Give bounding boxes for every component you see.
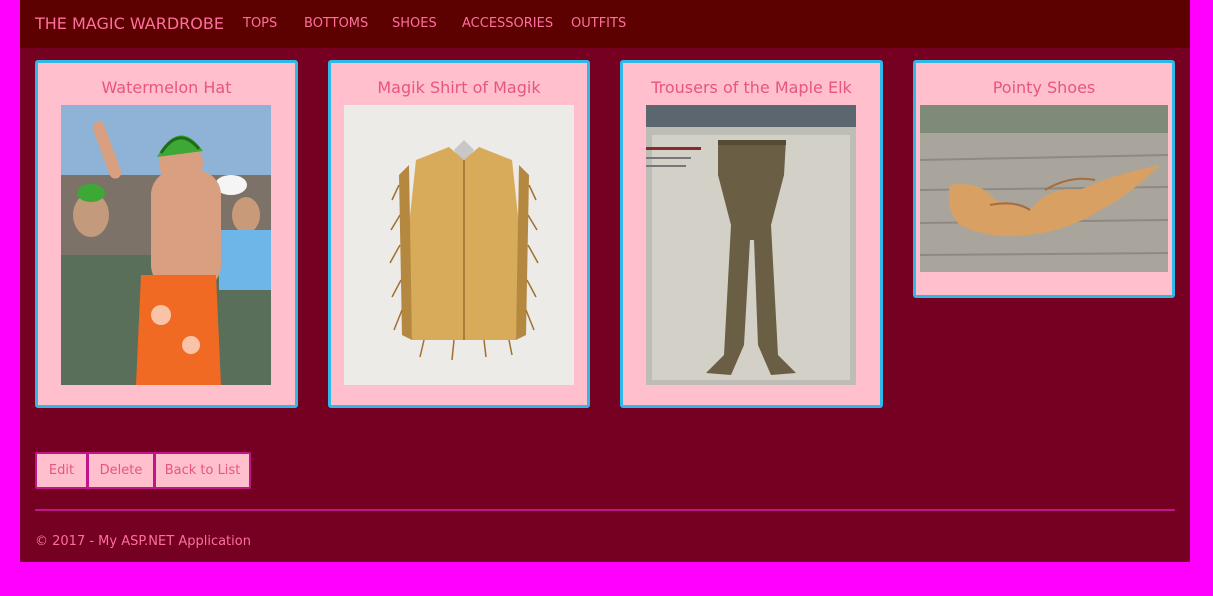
nav-item-accessories[interactable]: ACCESSORIES	[462, 16, 553, 32]
navbar: THE MAGIC WARDROBE TOPS BOTTOMS SHOES AC…	[20, 0, 1190, 48]
nav-item-outfits[interactable]: OUTFITS	[571, 16, 626, 32]
maple-elk-trousers-image	[646, 105, 856, 385]
action-button-group: Edit Delete Back to List	[35, 452, 251, 489]
card-title: Magik Shirt of Magik	[377, 78, 541, 97]
item-card-pointy-shoes[interactable]: Pointy Shoes	[913, 60, 1175, 298]
item-card-magik-shirt[interactable]: Magik Shirt of Magik	[328, 60, 590, 408]
card-title: Watermelon Hat	[101, 78, 232, 97]
card-title: Trousers of the Maple Elk	[651, 78, 852, 97]
delete-button[interactable]: Delete	[89, 454, 156, 487]
item-card-watermelon-hat[interactable]: Watermelon Hat	[35, 60, 298, 408]
back-to-list-button[interactable]: Back to List	[156, 454, 249, 487]
pointy-shoes-image	[920, 105, 1168, 272]
nav-item-tops[interactable]: TOPS	[243, 16, 277, 32]
brand-link[interactable]: THE MAGIC WARDROBE	[35, 15, 224, 33]
watermelon-hat-image	[61, 105, 271, 385]
nav-item-shoes[interactable]: SHOES	[392, 16, 437, 32]
card-title: Pointy Shoes	[992, 78, 1096, 97]
item-card-maple-elk-trousers[interactable]: Trousers of the Maple Elk	[620, 60, 883, 408]
nav-item-bottoms[interactable]: BOTTOMS	[304, 16, 368, 32]
edit-button[interactable]: Edit	[37, 454, 89, 487]
footer-divider	[35, 509, 1175, 511]
page-container: THE MAGIC WARDROBE TOPS BOTTOMS SHOES AC…	[20, 0, 1190, 562]
footer-text: © 2017 - My ASP.NET Application	[35, 534, 251, 549]
magik-shirt-image	[344, 105, 574, 385]
